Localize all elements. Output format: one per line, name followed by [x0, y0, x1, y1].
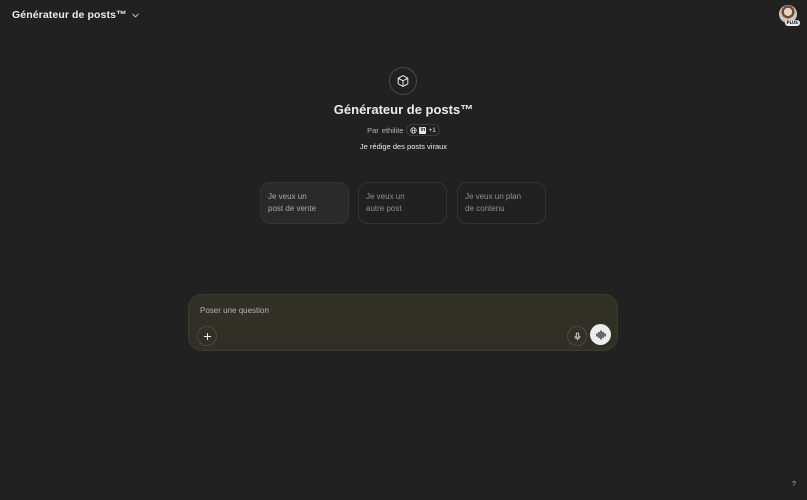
- gpt-description: Je rédige des posts viraux: [359, 142, 448, 151]
- author-prefix: Par: [367, 125, 379, 135]
- gpt-selector[interactable]: Générateur de posts™: [8, 6, 144, 24]
- voice-mode-icon: [595, 329, 606, 340]
- chevron-down-icon: [131, 13, 139, 17]
- help-button[interactable]: ?: [789, 480, 799, 490]
- plan-badge: PLUS: [784, 20, 800, 26]
- gpt-title: Générateur de posts™: [333, 102, 474, 117]
- extra-badge-count: +1: [428, 126, 436, 134]
- user-avatar[interactable]: PLUS: [779, 5, 800, 26]
- gpt-capability-badges[interactable]: in +1: [406, 124, 440, 136]
- starter-line: Je veux un plan: [465, 192, 522, 201]
- starter-line: Je veux un: [366, 192, 405, 201]
- chat-page: Générateur de posts™ PLUS Générateur de …: [0, 0, 807, 500]
- author-name[interactable]: ethilite: [382, 126, 404, 135]
- starter-line: autre post: [366, 204, 402, 213]
- starter-plan-de-contenu[interactable]: Je veux un plan de contenu: [457, 182, 546, 224]
- starter-post-de-vente[interactable]: Je veux un post de vente: [260, 182, 349, 224]
- gpt-selector-label: Générateur de posts™: [12, 9, 127, 21]
- globe-icon: [410, 126, 418, 134]
- microphone-icon: [574, 331, 580, 341]
- gpt-author-row: Par ethilite in +1: [0, 124, 807, 136]
- starter-line: Je veux un: [268, 192, 307, 201]
- linkedin-icon: in: [419, 126, 427, 134]
- prompt-input[interactable]: [200, 306, 580, 315]
- message-composer: [188, 294, 618, 351]
- dictate-button[interactable]: [567, 326, 587, 346]
- voice-mode-button[interactable]: [590, 324, 611, 345]
- starter-autre-post[interactable]: Je veux un autre post: [358, 182, 447, 224]
- attach-button[interactable]: [197, 326, 217, 346]
- plus-icon: [203, 332, 211, 340]
- cube-icon: [397, 75, 409, 87]
- starter-line: de contenu: [465, 204, 505, 213]
- starter-line: post de vente: [268, 204, 317, 213]
- gpt-profile-icon: [389, 67, 417, 95]
